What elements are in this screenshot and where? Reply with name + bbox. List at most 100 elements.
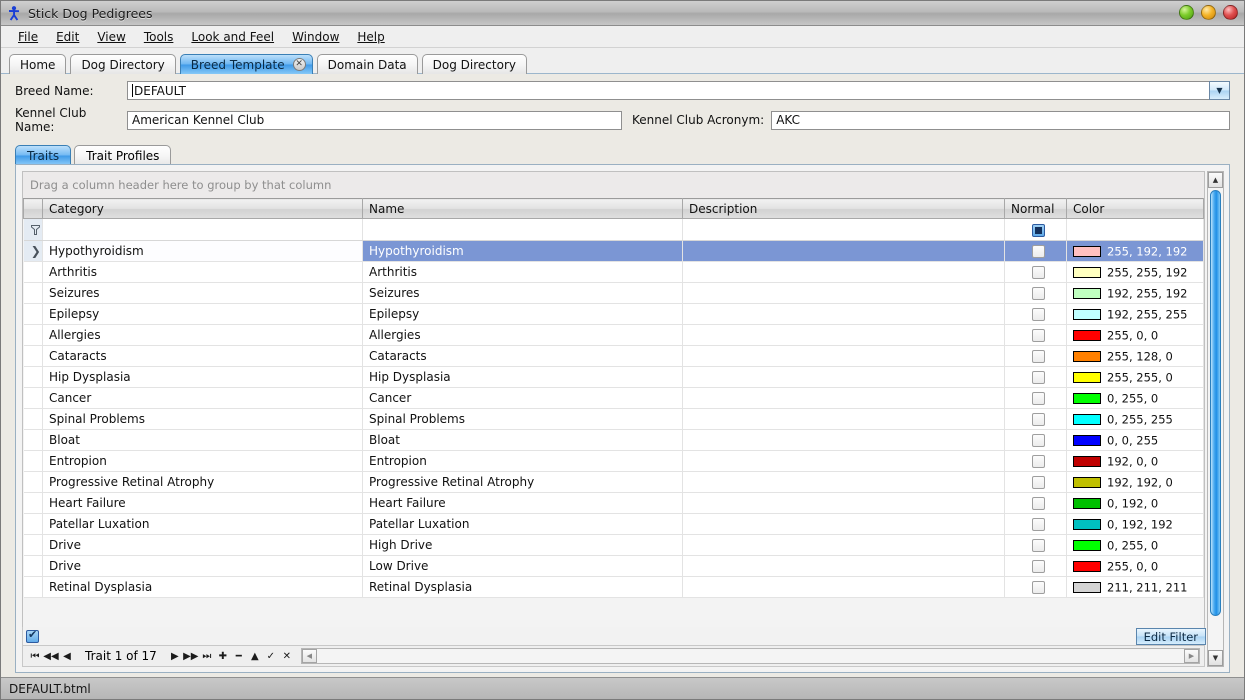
row-indicator[interactable] — [24, 388, 43, 409]
post-edit-button[interactable]: ✓ — [263, 648, 279, 665]
row-indicator[interactable] — [24, 283, 43, 304]
cell-category[interactable]: Arthritis — [43, 262, 363, 283]
scroll-up-icon[interactable]: ▲ — [1208, 172, 1223, 188]
prior-page-button[interactable]: ◀◀ — [43, 648, 59, 665]
row-indicator[interactable] — [24, 556, 43, 577]
row-indicator[interactable] — [24, 514, 43, 535]
filter-cell-description[interactable] — [683, 219, 1005, 241]
cell-color[interactable]: 255, 255, 0 — [1067, 367, 1204, 388]
cell-color[interactable]: 255, 0, 0 — [1067, 325, 1204, 346]
column-header-category[interactable]: Category — [43, 199, 363, 219]
row-indicator[interactable] — [24, 304, 43, 325]
cell-normal[interactable] — [1005, 430, 1067, 451]
cell-color[interactable]: 255, 192, 192 — [1067, 241, 1204, 262]
cell-description[interactable] — [683, 514, 1005, 535]
cell-color[interactable]: 211, 211, 211 — [1067, 577, 1204, 598]
row-indicator[interactable] — [24, 535, 43, 556]
cell-description[interactable] — [683, 367, 1005, 388]
table-row[interactable]: SeizuresSeizures 192, 255, 192 — [24, 283, 1204, 304]
normal-checkbox[interactable] — [1032, 350, 1045, 363]
first-record-button[interactable]: ⏮ — [27, 648, 43, 665]
normal-checkbox[interactable] — [1032, 371, 1045, 384]
normal-checkbox[interactable] — [1032, 245, 1045, 258]
cell-name[interactable]: Retinal Dysplasia — [363, 577, 683, 598]
table-row[interactable]: Retinal DysplasiaRetinal Dysplasia211, 2… — [24, 577, 1204, 598]
cell-normal[interactable] — [1005, 535, 1067, 556]
table-row[interactable]: CataractsCataracts255, 128, 0 — [24, 346, 1204, 367]
table-row[interactable]: Patellar LuxationPatellar Luxation0, 192… — [24, 514, 1204, 535]
cell-name[interactable]: Entropion — [363, 451, 683, 472]
cell-description[interactable] — [683, 262, 1005, 283]
row-indicator[interactable] — [24, 367, 43, 388]
cell-description[interactable] — [683, 346, 1005, 367]
close-button[interactable] — [1223, 5, 1238, 20]
close-icon[interactable]: ✕ — [293, 58, 306, 71]
cell-name[interactable]: Progressive Retinal Atrophy — [363, 472, 683, 493]
menu-help[interactable]: Help — [348, 28, 393, 46]
table-row[interactable]: Spinal ProblemsSpinal Problems0, 255, 25… — [24, 409, 1204, 430]
cell-description[interactable] — [683, 430, 1005, 451]
cell-category[interactable]: Allergies — [43, 325, 363, 346]
column-header-description[interactable]: Description — [683, 199, 1005, 219]
tab-home[interactable]: Home — [9, 54, 66, 74]
scroll-right-icon[interactable]: ▶ — [1184, 649, 1199, 663]
cell-description[interactable] — [683, 304, 1005, 325]
cell-color[interactable]: 192, 192, 0 — [1067, 472, 1204, 493]
cell-normal[interactable] — [1005, 283, 1067, 304]
cell-description[interactable] — [683, 577, 1005, 598]
insert-record-button[interactable]: ✚ — [215, 648, 231, 665]
tab-trait-profiles[interactable]: Trait Profiles — [74, 145, 171, 165]
scroll-down-icon[interactable]: ▼ — [1208, 650, 1223, 666]
cell-description[interactable] — [683, 556, 1005, 577]
normal-checkbox[interactable] — [1032, 329, 1045, 342]
horizontal-scrollbar[interactable]: ◀ ▶ — [301, 648, 1200, 664]
table-row[interactable]: Progressive Retinal AtrophyProgressive R… — [24, 472, 1204, 493]
cell-normal[interactable] — [1005, 262, 1067, 283]
table-row[interactable]: ❯HypothyroidismHypothyroidism255, 192, 1… — [24, 241, 1204, 262]
cell-name[interactable]: Bloat — [363, 430, 683, 451]
cell-category[interactable]: Heart Failure — [43, 493, 363, 514]
cell-category[interactable]: Bloat — [43, 430, 363, 451]
cell-name[interactable]: Seizures — [363, 283, 683, 304]
cell-color[interactable]: 192, 255, 192 — [1067, 283, 1204, 304]
cell-category[interactable]: Progressive Retinal Atrophy — [43, 472, 363, 493]
filter-cell-name[interactable] — [363, 219, 683, 241]
cell-description[interactable] — [683, 388, 1005, 409]
menu-edit[interactable]: Edit — [47, 28, 88, 46]
cell-color[interactable]: 0, 255, 255 — [1067, 409, 1204, 430]
cell-category[interactable]: Hypothyroidism — [43, 241, 363, 262]
filter-funnel-icon[interactable] — [24, 219, 43, 241]
cell-normal[interactable] — [1005, 367, 1067, 388]
cell-name[interactable]: Spinal Problems — [363, 409, 683, 430]
cell-category[interactable]: Seizures — [43, 283, 363, 304]
cell-normal[interactable] — [1005, 493, 1067, 514]
menu-view[interactable]: View — [88, 28, 134, 46]
normal-checkbox[interactable] — [1032, 539, 1045, 552]
row-indicator[interactable] — [24, 451, 43, 472]
group-by-bar[interactable]: Drag a column header here to group by th… — [22, 171, 1205, 198]
row-indicator[interactable] — [24, 325, 43, 346]
filter-cell-normal[interactable] — [1005, 219, 1067, 241]
row-indicator[interactable] — [24, 577, 43, 598]
vscroll-track[interactable] — [1208, 188, 1223, 650]
normal-checkbox[interactable] — [1032, 455, 1045, 468]
tab-traits[interactable]: Traits — [15, 145, 71, 165]
vscroll-thumb[interactable] — [1210, 190, 1221, 616]
table-row[interactable]: EpilepsyEpilepsy192, 255, 255 — [24, 304, 1204, 325]
cell-normal[interactable] — [1005, 514, 1067, 535]
cell-category[interactable]: Cataracts — [43, 346, 363, 367]
tab-breed-template[interactable]: Breed Template ✕ — [180, 54, 313, 74]
cell-category[interactable]: Entropion — [43, 451, 363, 472]
cell-name[interactable]: Arthritis — [363, 262, 683, 283]
edit-record-button[interactable]: ▲ — [247, 648, 263, 665]
menu-tools[interactable]: Tools — [135, 28, 183, 46]
select-all-checkbox[interactable] — [26, 630, 39, 643]
minimize-button[interactable] — [1179, 5, 1194, 20]
cell-description[interactable] — [683, 241, 1005, 262]
cell-category[interactable]: Drive — [43, 556, 363, 577]
delete-record-button[interactable]: ━ — [231, 648, 247, 665]
cell-normal[interactable] — [1005, 451, 1067, 472]
next-record-button[interactable]: ▶ — [167, 648, 183, 665]
cell-name[interactable]: Allergies — [363, 325, 683, 346]
tab-dog-directory-2[interactable]: Dog Directory — [422, 54, 527, 74]
